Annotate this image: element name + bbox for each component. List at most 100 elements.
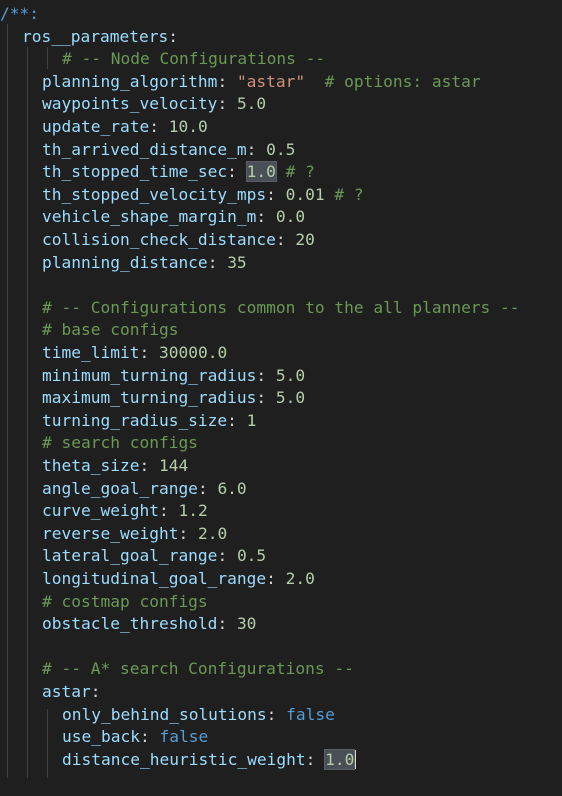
code-line-11[interactable]: collision_check_distance: 20 xyxy=(42,229,315,251)
code-line-1[interactable]: /**: xyxy=(0,3,39,25)
yaml-string-value: "astar" xyxy=(236,71,306,91)
yaml-punctuation: : xyxy=(197,478,218,498)
yaml-key: vehicle_shape_margin_m xyxy=(42,207,257,227)
code-line-12[interactable]: planning_distance: 35 xyxy=(42,252,247,274)
yaml-number-value: 35 xyxy=(227,252,247,272)
yaml-key: planning_algorithm xyxy=(42,71,218,91)
code-line-2[interactable]: ros__parameters: xyxy=(22,26,178,48)
yaml-key: th_arrived_distance_m xyxy=(42,139,247,159)
code-line-20[interactable]: # search configs xyxy=(42,432,198,454)
yaml-punctuation: : xyxy=(207,252,228,272)
yaml-number-value: 0.0 xyxy=(275,207,306,227)
code-line-18[interactable]: maximum_turning_radius: 5.0 xyxy=(42,387,305,409)
yaml-key: reverse_weight xyxy=(42,523,179,543)
yaml-punctuation: : xyxy=(227,162,247,182)
yaml-punctuation: : xyxy=(217,94,237,114)
yaml-punctuation: : xyxy=(305,749,326,769)
code-editor[interactable]: /**: ros__parameters: # -- Node Configurat… xyxy=(0,0,562,796)
code-line-3[interactable]: # -- Node Configurations -- xyxy=(62,48,325,70)
yaml-key: angle_goal_range xyxy=(42,478,198,498)
yaml-number-value: 0.01 xyxy=(285,184,325,204)
yaml-key: planning_distance xyxy=(42,252,208,272)
yaml-key: turning_radius_size xyxy=(42,410,228,430)
yaml-key: waypoints_velocity xyxy=(42,94,218,114)
yaml-punctuation: : xyxy=(266,569,286,588)
code-line-17[interactable]: minimum_turning_radius: 5.0 xyxy=(42,365,305,387)
yaml-key: th_stopped_time_sec xyxy=(42,162,228,182)
yaml-punctuation: : xyxy=(90,682,101,701)
yaml-punctuation xyxy=(276,162,286,181)
yaml-key: only_behind_solutions xyxy=(62,704,267,724)
code-line-33[interactable]: use_back: false xyxy=(62,726,208,748)
yaml-number-value: 20 xyxy=(295,230,315,249)
yaml-keyword: /**: xyxy=(0,4,39,23)
yaml-number-value: 30 xyxy=(236,614,257,634)
yaml-key: maximum_turning_radius xyxy=(42,388,257,408)
code-line-6[interactable]: update_rate: 10.0 xyxy=(42,116,208,138)
yaml-comment: # -- Configurations common to the all pl… xyxy=(42,297,520,317)
yaml-punctuation: : xyxy=(275,230,296,249)
yaml-punctuation: : xyxy=(149,117,169,136)
yaml-punctuation: : xyxy=(217,71,237,91)
code-line-21[interactable]: theta_size: 144 xyxy=(42,455,188,477)
yaml-punctuation: : xyxy=(227,410,247,430)
yaml-punctuation: : xyxy=(256,365,276,385)
yaml-number-value: 1.0 xyxy=(324,748,356,770)
yaml-key: minimum_turning_radius xyxy=(42,365,257,385)
editor-bottom-strip xyxy=(0,778,562,796)
yaml-comment: # ? xyxy=(285,162,315,182)
indent-guide-level-2 xyxy=(27,47,28,778)
code-line-8[interactable]: th_stopped_time_sec: 1.0 # ? xyxy=(42,161,315,183)
text-cursor xyxy=(354,749,357,769)
code-line-19[interactable]: turning_radius_size: 1 xyxy=(42,410,256,432)
yaml-number-value: 5.0 xyxy=(236,94,267,114)
code-line-27[interactable]: # costmap configs xyxy=(42,591,208,613)
yaml-comment: # base configs xyxy=(42,320,179,340)
indent-guide-astar xyxy=(47,709,48,778)
code-line-26[interactable]: longitudinal_goal_range: 2.0 xyxy=(42,568,315,590)
code-line-14[interactable]: # -- Configurations common to the all pl… xyxy=(42,297,520,319)
yaml-key: astar xyxy=(42,682,91,701)
code-line-32[interactable]: only_behind_solutions: false xyxy=(62,704,335,726)
code-line-7[interactable]: th_arrived_distance_m: 0.5 xyxy=(42,139,295,161)
yaml-punctuation: : xyxy=(246,139,267,159)
code-line-24[interactable]: reverse_weight: 2.0 xyxy=(42,523,227,545)
yaml-key: time_limit xyxy=(42,343,140,362)
code-line-4[interactable]: planning_algorithm: "astar" # options: a… xyxy=(42,71,481,93)
yaml-comment: # -- Node Configurations -- xyxy=(62,49,326,69)
yaml-number-value: 1 xyxy=(246,410,257,430)
yaml-key: obstacle_threshold xyxy=(42,614,218,634)
yaml-punctuation xyxy=(325,185,335,204)
indent-guide-level-3 xyxy=(47,47,48,69)
yaml-punctuation: : xyxy=(217,546,237,566)
yaml-punctuation: : xyxy=(256,388,276,408)
code-line-25[interactable]: lateral_goal_range: 0.5 xyxy=(42,545,266,567)
code-line-31[interactable]: astar: xyxy=(42,681,100,703)
code-line-22[interactable]: angle_goal_range: 6.0 xyxy=(42,478,247,500)
code-line-23[interactable]: curve_weight: 1.2 xyxy=(42,500,208,522)
indent-guide-level-1 xyxy=(7,24,8,778)
code-line-34[interactable]: distance_heuristic_weight: 1.0 xyxy=(62,748,357,771)
yaml-key: distance_heuristic_weight xyxy=(62,749,306,769)
yaml-key: curve_weight xyxy=(42,501,159,521)
yaml-keyword: false xyxy=(286,704,335,724)
yaml-number-value: 0.5 xyxy=(236,546,267,566)
yaml-punctuation: : xyxy=(168,26,178,46)
yaml-comment: # costmap configs xyxy=(42,591,208,611)
yaml-comment: # search configs xyxy=(42,433,198,453)
yaml-key: update_rate xyxy=(42,117,150,136)
yaml-punctuation: : xyxy=(266,184,286,204)
code-line-15[interactable]: # base configs xyxy=(42,319,178,341)
yaml-punctuation: : xyxy=(217,614,237,634)
code-line-9[interactable]: th_stopped_velocity_mps: 0.01 # ? xyxy=(42,184,364,206)
yaml-number-value: 2.0 xyxy=(285,569,315,588)
yaml-number-value: 0.5 xyxy=(266,139,296,159)
yaml-number-value: 1.2 xyxy=(178,501,208,521)
code-line-28[interactable]: obstacle_threshold: 30 xyxy=(42,613,256,635)
code-line-30[interactable]: # -- A* search Configurations -- xyxy=(42,658,354,680)
code-line-5[interactable]: waypoints_velocity: 5.0 xyxy=(42,93,266,115)
yaml-number-value: 30000.0 xyxy=(158,343,228,362)
yaml-number-value: 5.0 xyxy=(275,388,306,408)
code-line-10[interactable]: vehicle_shape_margin_m: 0.0 xyxy=(42,206,305,228)
code-line-16[interactable]: time_limit: 30000.0 xyxy=(42,342,227,364)
